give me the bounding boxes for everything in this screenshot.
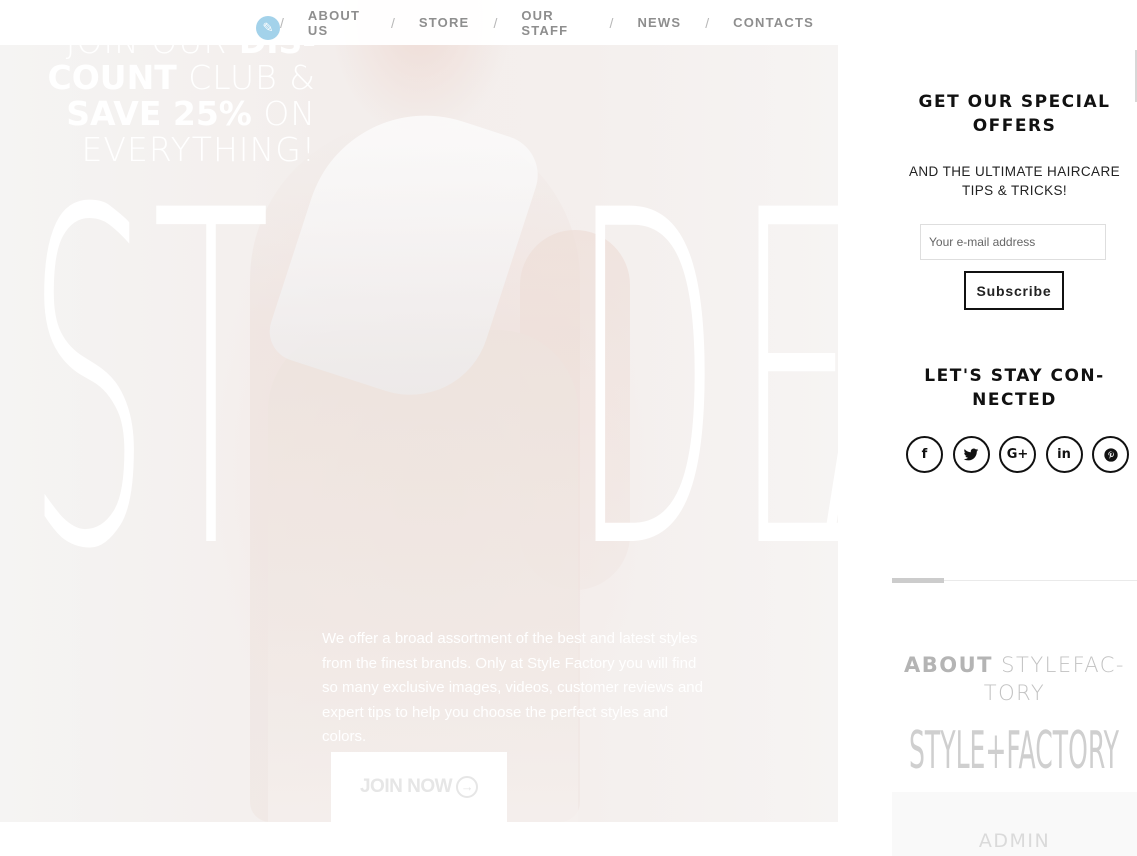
twitter-icon[interactable]	[952, 436, 990, 473]
linkedin-icon[interactable]: in	[1045, 436, 1083, 473]
promo-text: COUNT	[47, 58, 177, 97]
nav-item-contacts[interactable]: CONTACTS	[733, 15, 814, 30]
hero-big-letter: S	[27, 115, 150, 650]
stay-connected-title: LET'S STAY CON-NECTED	[924, 366, 1105, 410]
google-plus-icon[interactable]: G+	[999, 436, 1036, 473]
promo-text: SAVE 25%	[66, 94, 252, 133]
about-title-light: STYLEFAC-TORY	[983, 653, 1126, 705]
style-factory-logo: STYLE+FACTORY	[909, 721, 1119, 776]
hero-description: We offer a broad assortment of the best …	[322, 630, 703, 745]
nav-separator: /	[390, 14, 395, 31]
nav-item-our-staff[interactable]: OUR STAFF	[521, 8, 585, 38]
join-now-label: JOIN NOW	[359, 776, 453, 797]
social-links: f G+ in	[906, 436, 1137, 473]
facebook-icon[interactable]: f	[906, 436, 943, 473]
nav-item-about-us[interactable]: ABOUT US	[308, 8, 367, 38]
nav-separator: /	[493, 14, 498, 31]
nav-separator: /	[705, 14, 710, 31]
top-navigation: ✎ / ABOUT US / STORE / OUR STAFF / NEWS …	[0, 0, 838, 45]
logo-text: STYLE+FACTORY	[909, 721, 1119, 776]
hero-big-letter: D	[572, 115, 721, 650]
special-offers-title: GET OUR SPECIAL OFFERS	[918, 92, 1111, 136]
arrow-right-circle-icon: →	[456, 776, 479, 798]
special-offers-subtitle: AND THE ULTIMATE HAIRCARE TIPS & TRICKS!	[908, 163, 1121, 198]
nav-separator: /	[280, 14, 284, 31]
hero-big-letter: A	[818, 153, 838, 613]
subscribe-button[interactable]: Subscribe	[964, 271, 1064, 310]
email-field[interactable]	[920, 224, 1106, 260]
pencil-icon[interactable]: ✎	[256, 16, 280, 40]
promo-text: ON	[251, 94, 316, 133]
pinterest-icon[interactable]	[1092, 436, 1129, 473]
promo-text: EVERYTHING!	[81, 130, 316, 169]
hero-section: S T D E A JOIN OUR DIS- COUNT CLUB & SAV…	[0, 0, 838, 822]
nav-menu: / ABOUT US / STORE / OUR STAFF / NEWS / …	[280, 0, 838, 45]
nav-item-store[interactable]: STORE	[419, 15, 470, 30]
admin-label: ADMIN	[978, 830, 1051, 852]
hero-promo-heading: JOIN OUR DIS- COUNT CLUB & SAVE 25% ON E…	[0, 24, 316, 168]
sidebar-top-strip	[838, 0, 1137, 46]
nav-separator: /	[609, 14, 614, 31]
widget-divider-accent	[892, 578, 944, 583]
about-title-bold: ABOUT	[903, 653, 993, 677]
about-stylefactory-title: ABOUT STYLEFAC-TORY	[902, 651, 1127, 707]
join-now-button[interactable]: JOIN NOW →	[331, 752, 507, 822]
nav-item-news[interactable]: NEWS	[637, 15, 681, 30]
promo-text: CLUB &	[176, 58, 316, 97]
hero-big-letter: T	[152, 115, 271, 650]
